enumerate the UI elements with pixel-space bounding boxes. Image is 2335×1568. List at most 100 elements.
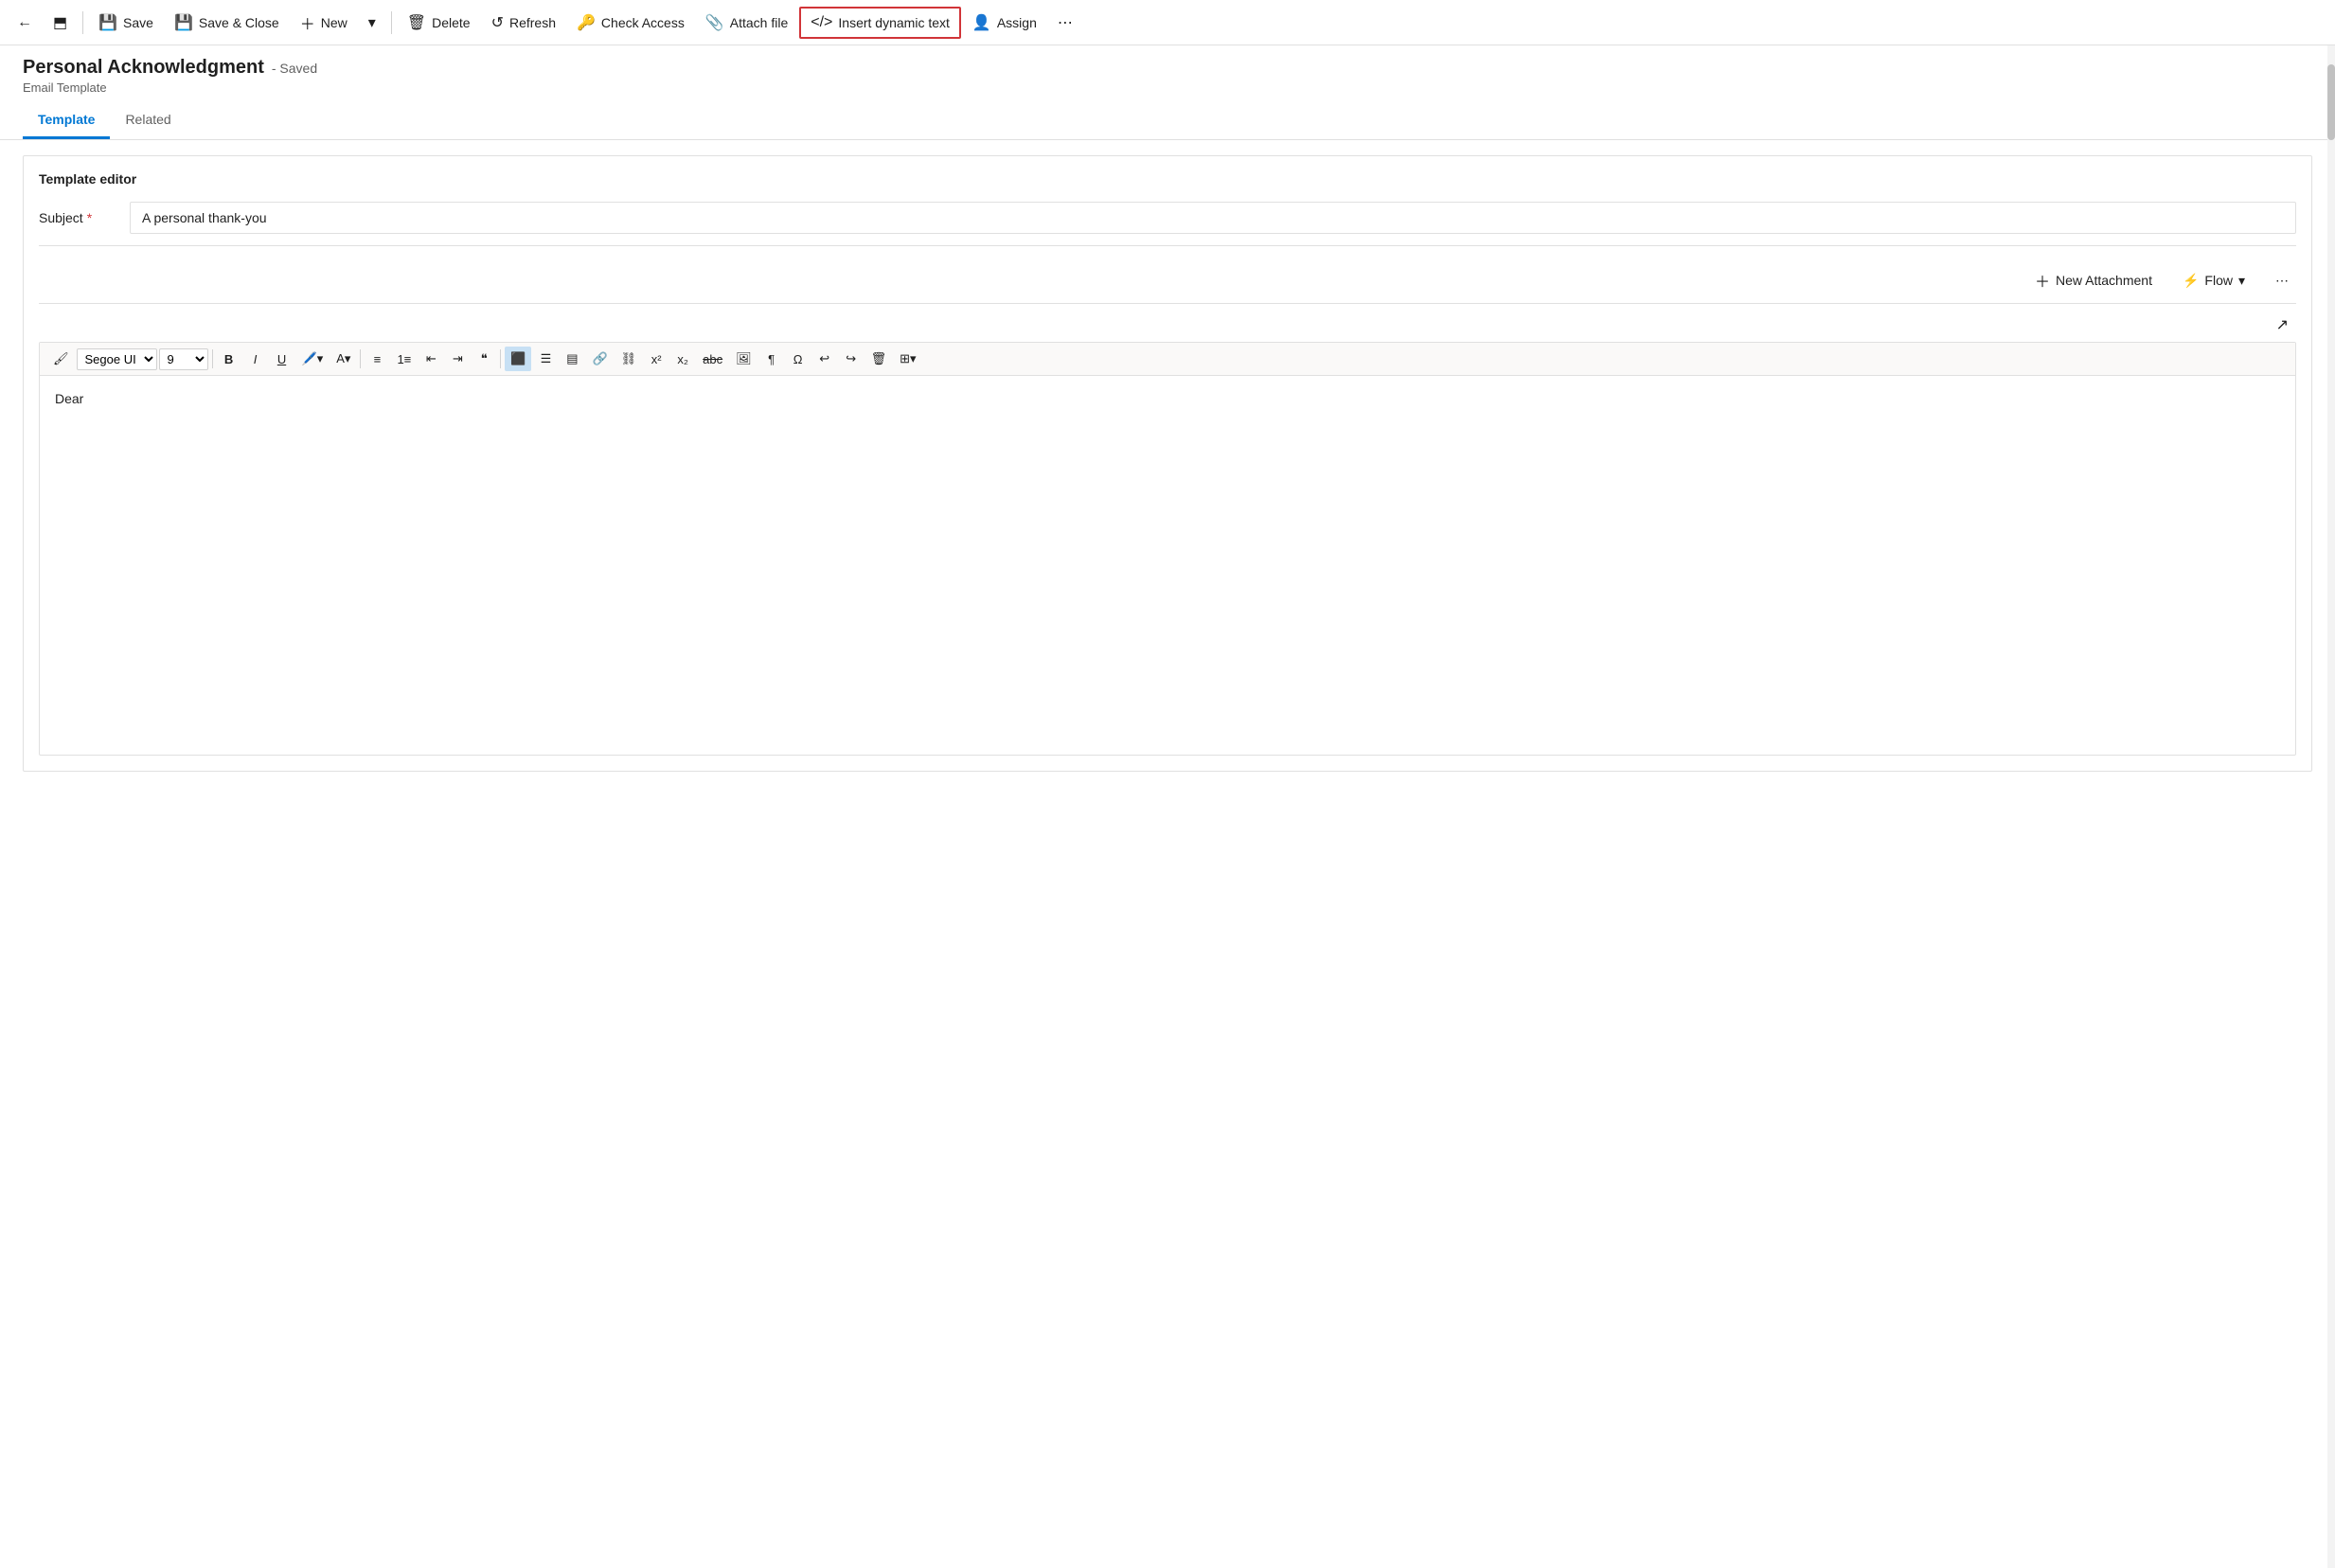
rte-toolbar: 🖌 Segoe UI 9 B I U 🖊️▾ A▾ [40,343,2295,376]
align-center-button[interactable]: ☰ [533,347,558,371]
subscript-icon: x₂ [677,352,688,366]
delete-button[interactable]: 🗑 Delete [398,8,480,38]
main-toolbar: ← ⬒ 💾 Save 💾 Save & Close ＋ New ▾ 🗑 Dele… [0,0,2335,45]
save-close-icon: 💾 [174,13,193,32]
assign-label: Assign [997,15,1037,30]
subject-label: Subject * [39,210,115,225]
increase-indent-button[interactable]: ⇥ [445,347,470,371]
refresh-button[interactable]: ↺ Refresh [482,8,565,38]
highlight-color-button[interactable]: 🖊️▾ [296,347,330,371]
check-access-button[interactable]: 🔑 Check Access [567,8,694,38]
tab-bar: Template Related [0,102,2335,140]
align-center-icon: ☰ [541,351,552,366]
rich-text-editor: 🖌 Segoe UI 9 B I U 🖊️▾ A▾ [39,342,2296,756]
back-icon: ← [17,14,32,31]
numbered-list-button[interactable]: 1≡ [391,347,417,371]
font-color-button[interactable]: A▾ [330,347,356,371]
italic-button[interactable]: I [243,347,268,371]
main-content: Template editor Subject * ＋ New Attachme… [0,140,2335,787]
chevron-down-icon: ▾ [368,13,376,32]
more-button[interactable]: ⋯ [1048,8,1082,38]
new-attachment-label: New Attachment [2056,273,2152,288]
clear-all-button[interactable]: 🗑 [865,347,893,371]
popout-button[interactable]: ⬒ [44,8,77,38]
align-left-icon: ⬛ [510,351,526,366]
ellipsis-icon: ⋯ [2275,273,2289,289]
record-title: Personal Acknowledgment [23,57,264,79]
new-dropdown-button[interactable]: ▾ [359,8,385,38]
email-body-editor[interactable]: Dear [40,376,2295,755]
redo-icon: ↪ [846,351,856,366]
unlink-icon: ⛓ [621,351,637,366]
font-size-select[interactable]: 9 [159,348,208,370]
font-family-select[interactable]: Segoe UI [77,348,157,370]
insert-dynamic-text-button[interactable]: </> Insert dynamic text [799,7,961,39]
flow-button[interactable]: ⚡ Flow ▾ [2175,269,2253,293]
bold-button[interactable]: B [217,347,241,371]
special-char-button[interactable]: Ω [786,347,811,371]
more-icon: ⋯ [1058,13,1073,32]
required-indicator: * [87,210,92,225]
assign-icon: 👤 [972,13,991,32]
flow-label: Flow [2204,273,2233,288]
decrease-indent-icon: ⇤ [426,351,437,366]
popout-icon: ⬒ [53,13,67,32]
highlight-icon: 🖊️▾ [302,351,324,366]
blockquote-button[interactable]: ❝ [472,347,496,371]
numbered-list-icon: 1≡ [397,352,411,366]
scrollbar-track[interactable] [2327,45,2335,1568]
attach-file-button[interactable]: 📎 Attach file [696,8,797,38]
align-left-button[interactable]: ⬛ [505,347,531,371]
scrollbar-thumb[interactable] [2327,64,2335,140]
superscript-button[interactable]: x² [644,347,668,371]
rte-divider-2 [360,349,361,368]
new-attachment-button[interactable]: ＋ New Attachment [2027,265,2160,295]
insert-link-button[interactable]: 🔗 [586,347,613,371]
flow-icon: ⚡ [2183,273,2199,289]
bullet-list-button[interactable]: ≡ [365,347,389,371]
remove-link-button[interactable]: ⛓ [615,347,643,371]
rte-divider-3 [500,349,501,368]
code-icon: </> [811,14,832,31]
underline-button[interactable]: U [270,347,294,371]
save-button[interactable]: 💾 Save [89,8,163,38]
subscript-button[interactable]: x₂ [670,347,695,371]
strikethrough-button[interactable]: abc [697,347,728,371]
insert-image-button[interactable]: 🖼 [730,347,758,371]
align-right-button[interactable]: ▤ [560,347,584,371]
special-char-icon: Ω [793,352,803,366]
page-title: Personal Acknowledgment - Saved [23,57,2312,79]
subject-input[interactable] [130,202,2296,234]
delete-icon: 🗑 [407,13,426,32]
body-text: Dear [55,391,83,406]
new-button[interactable]: ＋ New [291,6,357,40]
expand-icon: ↗ [2276,315,2289,334]
expand-area: ↗ [39,312,2296,338]
delete-label: Delete [432,15,470,30]
more-options-button[interactable]: ⋯ [2268,269,2296,293]
save-close-button[interactable]: 💾 Save & Close [165,8,289,38]
new-label: New [321,15,348,30]
template-editor-card: Template editor Subject * ＋ New Attachme… [23,155,2312,772]
font-color-icon: A▾ [336,351,350,366]
insert-table-button[interactable]: ⊞▾ [894,347,921,371]
show-markers-button[interactable]: ¶ [759,347,784,371]
tab-template[interactable]: Template [23,102,110,139]
format-clear-button[interactable]: 🖌 [47,347,75,371]
insert-dynamic-text-label: Insert dynamic text [838,15,950,30]
assign-button[interactable]: 👤 Assign [963,8,1046,38]
undo-button[interactable]: ↩ [812,347,837,371]
back-button[interactable]: ← [8,9,42,37]
redo-button[interactable]: ↪ [839,347,864,371]
decrease-indent-button[interactable]: ⇤ [419,347,443,371]
subject-row: Subject * [39,202,2296,246]
save-icon: 💾 [98,13,117,32]
saved-badge: - Saved [272,61,317,76]
attach-file-icon: 📎 [705,13,724,32]
markers-icon: ¶ [768,352,775,366]
expand-button[interactable]: ↗ [2269,312,2296,338]
tab-related[interactable]: Related [110,102,186,139]
check-access-label: Check Access [601,15,685,30]
divider-1 [82,11,83,34]
attachment-bar: ＋ New Attachment ⚡ Flow ▾ ⋯ [39,258,2296,304]
